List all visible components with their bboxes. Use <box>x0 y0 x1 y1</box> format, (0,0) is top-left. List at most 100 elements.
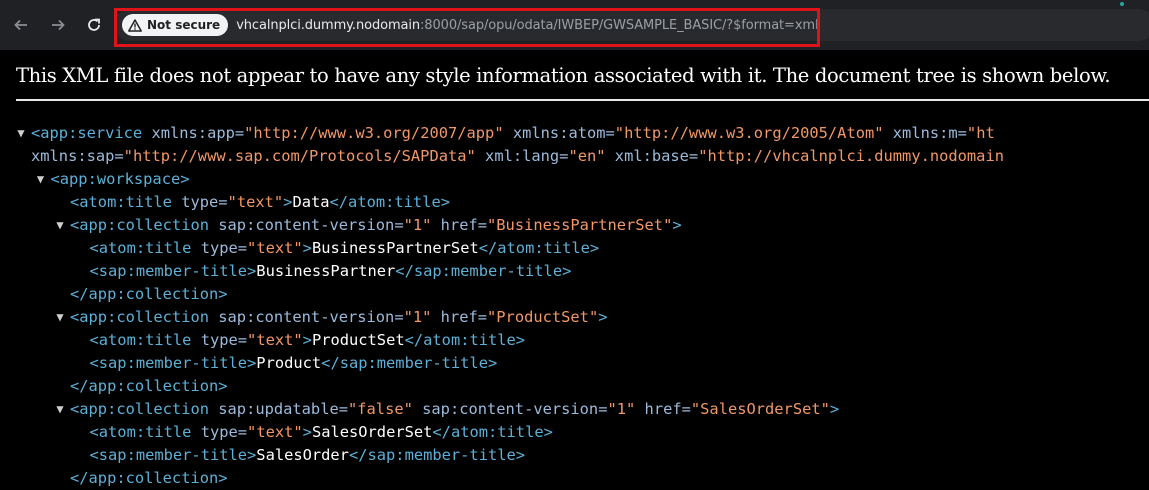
xml-attribute: sap:content-version= <box>412 400 608 418</box>
xml-tag: <sap:member-title> <box>89 446 257 464</box>
back-button[interactable] <box>9 13 33 37</box>
collapse-toggle-icon[interactable]: ▼ <box>53 398 67 421</box>
xml-attribute-value: "false" <box>348 400 413 418</box>
xml-tag: </app:collection> <box>70 469 228 487</box>
xml-attribute: type= <box>191 239 248 257</box>
xml-tag: <atom:title <box>89 423 192 441</box>
reload-button[interactable] <box>82 13 106 37</box>
xml-attribute-value: "text" <box>227 193 284 211</box>
xml-line: <sap:member-title>SalesOrder</sap:member… <box>90 444 526 467</box>
xml-line: </app:collection> <box>70 467 228 490</box>
xml-text: Data <box>292 193 330 211</box>
xml-tag: > <box>302 239 312 257</box>
xml-line: <app:collection sap:updatable="false" sa… <box>70 398 839 421</box>
xml-attribute: href= <box>635 400 691 418</box>
xml-line: </app:collection> <box>70 375 228 398</box>
xml-text: BusinessPartnerSet <box>311 239 479 257</box>
xml-line: <atom:title type="text">Data</atom:title… <box>70 191 450 214</box>
reload-icon <box>88 18 100 31</box>
xml-tag: <sap:member-title> <box>89 354 257 372</box>
xml-tag: <app:collection <box>70 308 209 326</box>
xml-attribute: type= <box>191 331 248 349</box>
xml-tag: </sap:member-title> <box>321 354 498 372</box>
xml-attribute-value: "ProductSet" <box>487 308 599 326</box>
xml-attribute: sap:content-version= <box>209 308 404 326</box>
xml-tag: > <box>302 331 312 349</box>
xml-tag: <atom:title <box>89 331 192 349</box>
xml-line: <app:workspace> <box>51 168 190 191</box>
xml-attribute: xmlns:m= <box>883 124 967 142</box>
xml-tag: <atom:title <box>89 239 192 257</box>
xml-attribute-value: "http://www.w3.org/2005/Atom" <box>614 124 884 142</box>
xml-attribute: type= <box>171 193 228 211</box>
xml-line: <atom:title type="text">SalesOrderSet</a… <box>90 421 553 444</box>
xml-text: ProductSet <box>311 331 405 349</box>
xml-attribute-value: "1" <box>607 400 636 418</box>
xml-line: <atom:title type="text">ProductSet</atom… <box>90 329 526 352</box>
security-chip[interactable]: Not secure <box>122 14 229 36</box>
xml-attribute-value: "text" <box>247 423 303 441</box>
xml-attribute-value: "http://www.w3.org/2007/app" <box>244 124 504 142</box>
collapse-toggle-icon[interactable]: ▼ <box>34 168 48 191</box>
xml-text: BusinessPartner <box>256 262 396 280</box>
xml-tag: </app:collection> <box>70 285 228 303</box>
security-chip-label: Not secure <box>147 18 221 32</box>
xml-attribute: xml:lang= <box>475 147 569 165</box>
xml-attribute-value: "text" <box>247 331 303 349</box>
xml-tag: > <box>598 308 608 326</box>
xml-attribute-value: "BusinessPartnerSet" <box>487 216 673 234</box>
xml-tag: </sap:member-title> <box>395 262 572 280</box>
xml-attribute: sap:content-version= <box>209 216 404 234</box>
xml-tag: <atom:title <box>70 193 172 211</box>
xml-attribute-value: "ht <box>966 124 995 142</box>
url-path: :8000/sap/opu/odata/IWBEP/GWSAMPLE_BASIC… <box>420 17 819 33</box>
forward-button[interactable] <box>46 13 70 37</box>
xml-attribute-value: "SalesOrderSet" <box>690 400 830 418</box>
xml-line: <app:collection sap:content-version="1" … <box>70 214 682 237</box>
xml-attribute-value: "http://vhcalnplci.dummy.nodomain <box>698 147 1004 165</box>
xml-tag: <app:collection <box>70 400 209 418</box>
arrow-left-icon <box>14 19 27 31</box>
notice-divider <box>16 99 1149 101</box>
browser-toolbar: Not secure vhcalnplci.dummy.nodomain:800… <box>0 0 1149 50</box>
xml-tag: </atom:title> <box>478 239 600 257</box>
xml-tag: </atom:title> <box>329 193 450 211</box>
xml-line: <sap:member-title>BusinessPartner</sap:m… <box>90 260 572 283</box>
xml-tag: </app:collection> <box>70 377 228 395</box>
xml-attribute-value: "en" <box>568 147 606 165</box>
url-text[interactable]: vhcalnplci.dummy.nodomain:8000/sap/opu/o… <box>236 18 818 33</box>
xml-viewer-notice: This XML file does not appear to have an… <box>16 64 1111 87</box>
xml-attribute: type= <box>191 423 248 441</box>
xml-attribute-value: "http://www.sap.com/Protocols/SAPData" <box>123 147 476 165</box>
xml-attribute: xmlns:sap= <box>31 147 124 165</box>
collapse-toggle-icon[interactable]: ▼ <box>53 214 67 237</box>
xml-attribute: xml:base= <box>605 147 699 165</box>
xml-attribute-value: "1" <box>403 216 432 234</box>
xml-text: SalesOrderSet <box>311 423 433 441</box>
xml-tag: </atom:title> <box>404 331 526 349</box>
xml-line: <sap:member-title>Product</sap:member-ti… <box>90 352 498 375</box>
xml-tag: <app:service <box>31 124 143 142</box>
xml-line: </app:collection> <box>70 283 228 306</box>
address-bar[interactable]: Not secure vhcalnplci.dummy.nodomain:800… <box>114 9 1149 41</box>
arrow-right-icon <box>52 19 65 31</box>
xml-attribute-value: "1" <box>403 308 432 326</box>
collapse-toggle-icon[interactable]: ▼ <box>14 122 28 145</box>
xml-attribute: href= <box>431 308 488 326</box>
xml-line: xmlns:sap="http://www.sap.com/Protocols/… <box>31 145 1004 168</box>
xml-tag: <app:workspace> <box>50 170 190 188</box>
xml-attribute: xmlns:atom= <box>503 124 615 142</box>
warning-triangle-icon <box>128 18 142 32</box>
collapse-toggle-icon[interactable]: ▼ <box>53 306 67 329</box>
url-host: vhcalnplci.dummy.nodomain <box>236 17 421 33</box>
xml-tag: <sap:member-title> <box>89 262 257 280</box>
xml-attribute-value: "text" <box>247 239 303 257</box>
xml-tag: </atom:title> <box>432 423 553 441</box>
xml-tag: > <box>302 423 312 441</box>
xml-tag: > <box>672 216 682 234</box>
xml-line: <atom:title type="text">BusinessPartnerS… <box>90 237 600 260</box>
xml-attribute: href= <box>431 216 488 234</box>
xml-line: <app:service xmlns:app="http://www.w3.or… <box>31 122 995 145</box>
xml-tag: > <box>829 400 840 418</box>
xml-attribute: sap:updatable= <box>209 400 348 418</box>
